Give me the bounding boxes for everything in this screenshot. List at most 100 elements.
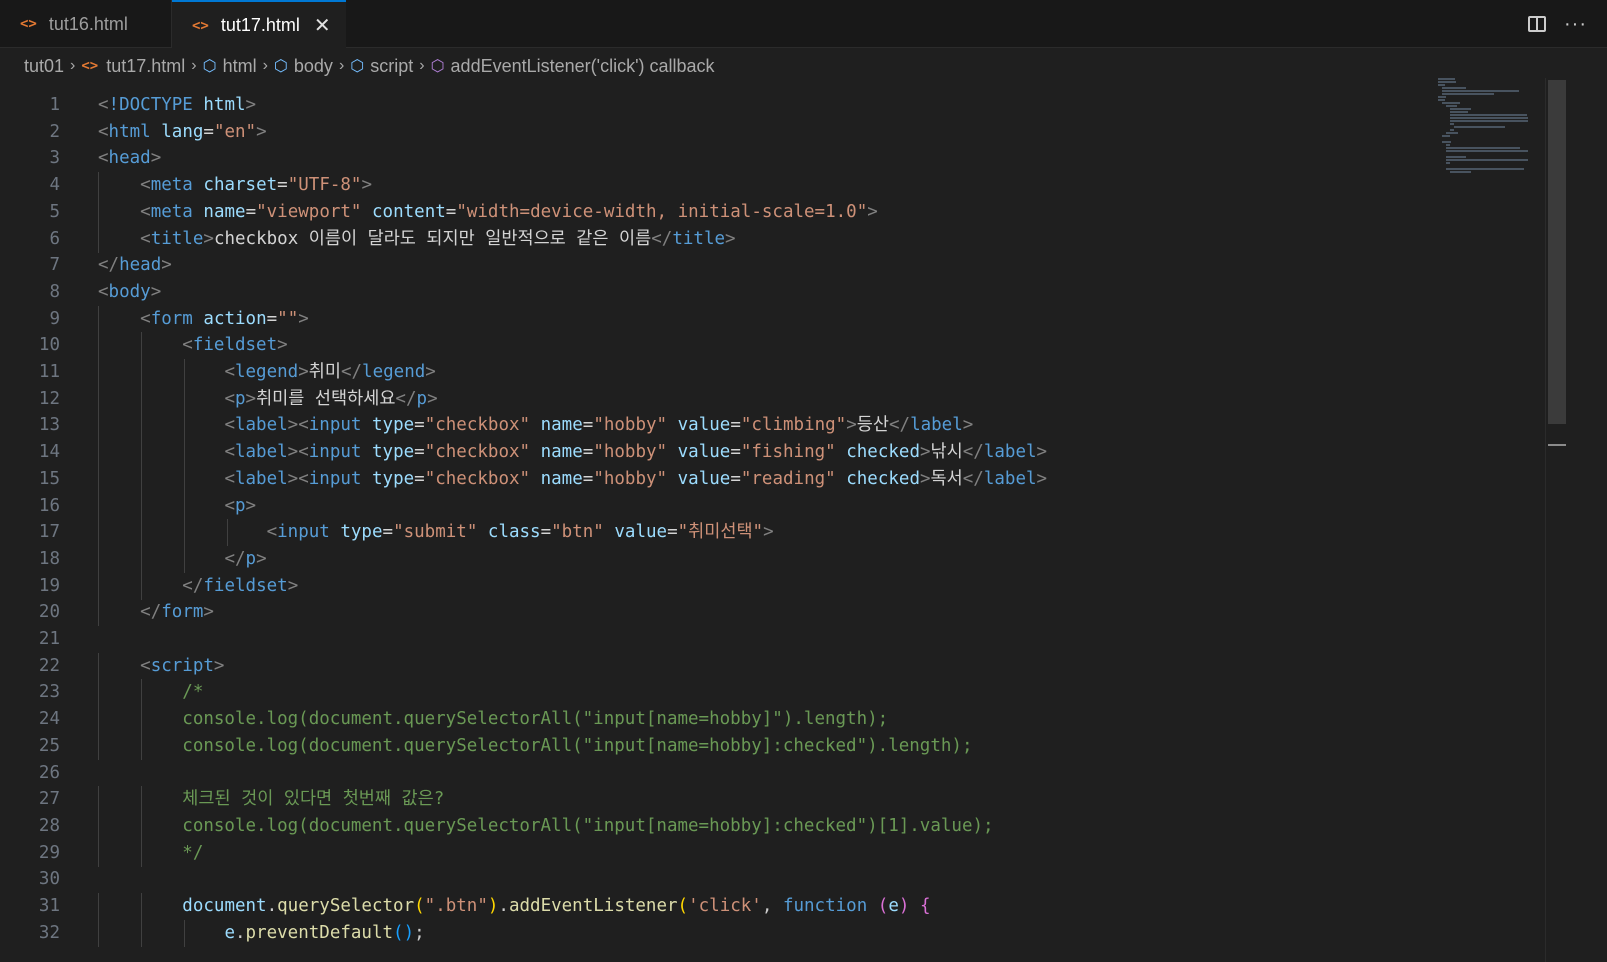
- cube-icon: ⬡: [202, 58, 217, 75]
- scrollbar-marker: [1548, 444, 1566, 446]
- tab-label: tut16.html: [48, 13, 128, 34]
- code-line[interactable]: 30: [0, 866, 1430, 893]
- code-line[interactable]: 14 <label><input type="checkbox" name="h…: [0, 439, 1430, 467]
- line-number: 6: [49, 228, 60, 249]
- code-text: <fieldset>: [182, 335, 288, 356]
- breadcrumb-item-file[interactable]: <> tut17.html: [81, 56, 185, 77]
- tab-tut16[interactable]: <> tut16.html: [0, 0, 172, 48]
- code-line[interactable]: 8 <body>: [0, 279, 1430, 306]
- line-number: 8: [49, 281, 60, 302]
- minimap-line: [1442, 141, 1451, 143]
- line-number: 14: [38, 442, 60, 463]
- minimap-line: [1442, 135, 1450, 137]
- code-line[interactable]: 26: [0, 760, 1430, 787]
- chevron-right-icon: ›: [419, 57, 425, 74]
- breadcrumb-item-folder[interactable]: tut01: [24, 56, 64, 77]
- code-text: </head>: [98, 255, 172, 276]
- code-line[interactable]: 16 <p>: [0, 492, 1430, 520]
- code-line[interactable]: 3 <head>: [0, 145, 1430, 172]
- minimap-line: [1446, 105, 1457, 107]
- code-line[interactable]: 10 <fieldset>: [0, 332, 1430, 360]
- breadcrumb-item-callback[interactable]: ⬡ addEventListener('click') callback: [431, 56, 715, 77]
- code-text: <label><input type="checkbox" name="hobb…: [224, 415, 974, 436]
- code-text: console.log(document.querySelectorAll("i…: [98, 815, 994, 836]
- code-line[interactable]: 13 <label><input type="checkbox" name="h…: [0, 412, 1430, 440]
- line-number: 28: [38, 815, 60, 836]
- code-line[interactable]: 18 </p>: [0, 545, 1430, 573]
- line-number: 22: [38, 655, 60, 676]
- code-editor[interactable]: 1 <!DOCTYPE html> 2 <html lang="en"> 3 <head>…: [0, 84, 1545, 962]
- line-number: 26: [38, 762, 60, 783]
- line-number: 25: [38, 735, 60, 756]
- line-number: 1: [49, 95, 60, 115]
- line-number: 16: [38, 495, 60, 516]
- minimap-line: [1442, 93, 1494, 95]
- code-line[interactable]: 31 document.querySelector(".btn").addEve…: [0, 893, 1430, 920]
- code-line[interactable]: 22 <script>: [0, 652, 1430, 680]
- line-number: 29: [38, 842, 60, 863]
- code-line[interactable]: 32 e.preventDefault();: [0, 919, 1430, 947]
- code-text: e.preventDefault();: [224, 922, 425, 943]
- tab-bar: <> tut16.html <> tut17.html ✕ ···: [0, 0, 1607, 49]
- code-text: <script>: [140, 655, 225, 676]
- code-line[interactable]: 29 */: [0, 839, 1430, 867]
- code-line[interactable]: 27 체크된 것이 있다면 첫번째 값은?: [0, 786, 1430, 814]
- code-line[interactable]: 21: [0, 626, 1430, 653]
- code-line[interactable]: 1 <!DOCTYPE html>: [0, 92, 1430, 119]
- code-line[interactable]: 15 <label><input type="checkbox" name="h…: [0, 465, 1430, 493]
- minimap-line: [1446, 132, 1459, 134]
- line-number: 17: [38, 522, 60, 543]
- cube-icon: ⬡: [430, 58, 445, 75]
- breadcrumb-item-body[interactable]: ⬡ body: [274, 56, 333, 77]
- line-number: 30: [38, 869, 60, 890]
- line-number: 19: [38, 575, 60, 596]
- breadcrumb-item-script[interactable]: ⬡ script: [350, 56, 413, 77]
- line-number: 15: [38, 468, 60, 489]
- code-line[interactable]: 7 </head>: [0, 252, 1430, 279]
- more-actions-icon[interactable]: ···: [1564, 13, 1587, 36]
- code-line[interactable]: 6 <title>checkbox 이름이 달라도 되지만 일반적으로 같은 이…: [0, 225, 1430, 253]
- line-number: 5: [49, 201, 60, 222]
- code-line[interactable]: 12 <p>취미를 선택하세요</p>: [0, 385, 1430, 413]
- code-text: <label><input type="checkbox" name="hobb…: [224, 442, 1048, 463]
- cube-icon: ⬡: [273, 58, 288, 75]
- close-icon[interactable]: ✕: [314, 13, 331, 38]
- code-line[interactable]: 5 <meta name="viewport" content="width=d…: [0, 198, 1430, 226]
- code-line[interactable]: 17 <input type="submit" class="btn" valu…: [0, 519, 1430, 547]
- line-number: 24: [38, 709, 60, 730]
- chevron-right-icon: ›: [262, 57, 268, 74]
- code-line[interactable]: 11 <legend>취미</legend>: [0, 359, 1430, 386]
- minimap-line: [1450, 123, 1454, 125]
- code-line[interactable]: 24 console.log(document.querySelectorAll…: [0, 706, 1430, 734]
- scrollbar-thumb[interactable]: [1548, 80, 1566, 424]
- code-line[interactable]: 19 </fieldset>: [0, 572, 1430, 600]
- minimap-line: [1446, 162, 1450, 164]
- code-line[interactable]: 23 /*: [0, 679, 1430, 707]
- breadcrumb-item-html[interactable]: ⬡ html: [203, 56, 257, 77]
- minimap[interactable]: [1438, 78, 1538, 178]
- line-number: 9: [49, 308, 60, 329]
- code-line[interactable]: 9 <form action="">: [0, 305, 1430, 333]
- split-editor-icon[interactable]: [1528, 16, 1547, 32]
- code-line[interactable]: 4 <meta charset="UTF-8">: [0, 172, 1430, 200]
- minimap-line: [1450, 108, 1471, 110]
- line-number: 21: [38, 629, 60, 649]
- code-text: <html lang="en">: [98, 121, 267, 142]
- code-text: 체크된 것이 있다면 첫번째 값은?: [98, 789, 445, 810]
- chevron-right-icon: ›: [70, 57, 76, 74]
- minimap-line: [1442, 102, 1460, 104]
- minimap-line: [1450, 171, 1471, 173]
- code-line[interactable]: 28 console.log(document.querySelectorAll…: [0, 812, 1430, 840]
- code-text: <p>취미를 선택하세요</p>: [224, 388, 438, 409]
- line-number: 2: [49, 121, 60, 142]
- code-line[interactable]: 20 </form>: [0, 599, 1430, 627]
- minimap-line: [1450, 120, 1528, 122]
- code-line[interactable]: 2 <html lang="en">: [0, 119, 1430, 146]
- code-line[interactable]: 25 console.log(document.querySelectorAll…: [0, 732, 1430, 760]
- code-text: </fieldset>: [182, 575, 299, 596]
- minimap-line: [1446, 147, 1520, 149]
- chevron-right-icon: ›: [191, 57, 197, 74]
- tab-tut17[interactable]: <> tut17.html ✕: [172, 0, 346, 49]
- editor-actions: ···: [1528, 0, 1587, 48]
- minimap-line: [1446, 159, 1528, 161]
